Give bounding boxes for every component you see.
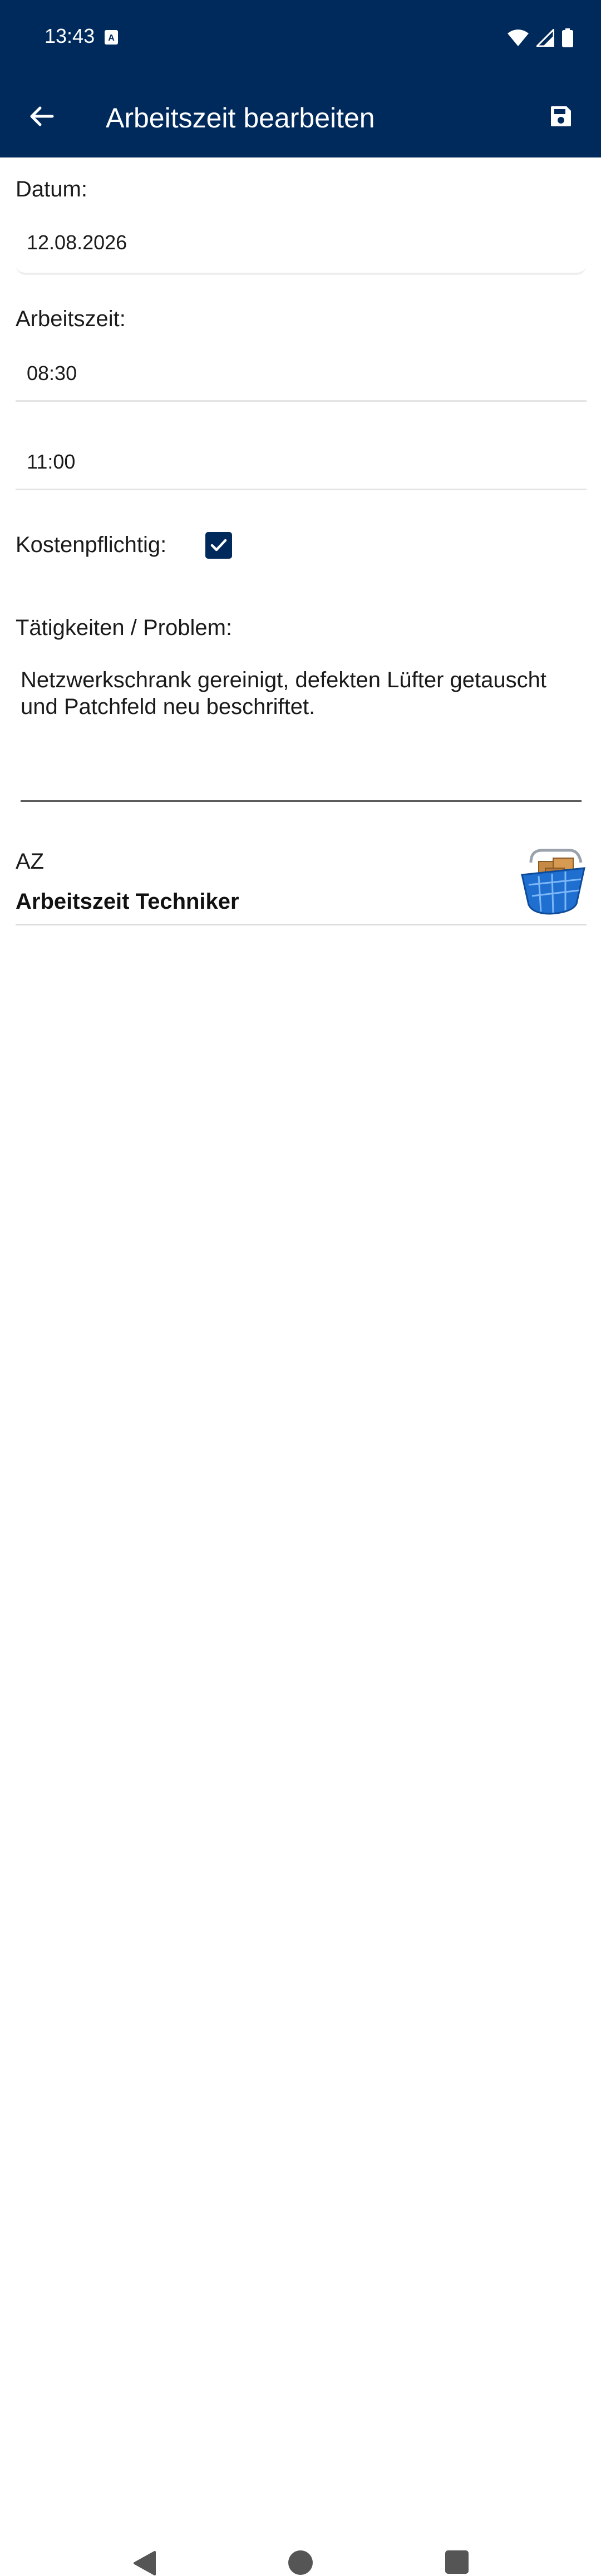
- activities-label: Tätigkeiten / Problem:: [16, 615, 233, 640]
- back-button[interactable]: [23, 98, 59, 134]
- worktime-label: Arbeitszeit:: [16, 307, 126, 331]
- billable-checkbox[interactable]: [205, 532, 232, 559]
- arrow-left-icon: [30, 106, 54, 126]
- shopping-basket-icon[interactable]: [516, 846, 588, 917]
- page-title: Arbeitszeit bearbeiten: [106, 102, 375, 134]
- start-time-value: 08:30: [27, 361, 77, 385]
- date-field[interactable]: 12.08.2026: [16, 213, 587, 275]
- product-name: Arbeitszeit Techniker: [16, 889, 239, 914]
- save-button[interactable]: [543, 98, 579, 134]
- svg-text:A: A: [108, 33, 115, 43]
- nav-back-icon[interactable]: [132, 2550, 157, 2576]
- notification-icon: A: [105, 30, 118, 45]
- app-bar: Arbeitszeit bearbeiten: [0, 75, 601, 157]
- billable-label: Kostenpflichtig:: [16, 533, 167, 557]
- activities-textarea[interactable]: Netzwerkschrank gereinigt, defekten Lüft…: [21, 667, 582, 802]
- nav-recents-icon[interactable]: [445, 2550, 469, 2574]
- end-time-field[interactable]: 11:00: [16, 435, 587, 490]
- nav-home-icon[interactable]: [288, 2550, 313, 2575]
- start-time-field[interactable]: 08:30: [16, 346, 587, 402]
- date-value: 12.08.2026: [27, 231, 127, 254]
- product-divider: [16, 924, 587, 925]
- floppy-disk-icon: [551, 106, 571, 126]
- product-code: AZ: [16, 849, 45, 874]
- status-icons: [508, 28, 573, 48]
- status-bar: 13:43 A: [0, 0, 601, 75]
- system-nav-bar: [0, 1263, 601, 2575]
- checkmark-icon: [210, 539, 227, 551]
- end-time-value: 11:00: [27, 450, 76, 473]
- date-label: Datum:: [16, 177, 87, 201]
- wifi-icon: [508, 29, 529, 46]
- battery-icon: [562, 28, 573, 47]
- signal-icon: [536, 29, 554, 47]
- status-time: 13:43: [45, 24, 95, 47]
